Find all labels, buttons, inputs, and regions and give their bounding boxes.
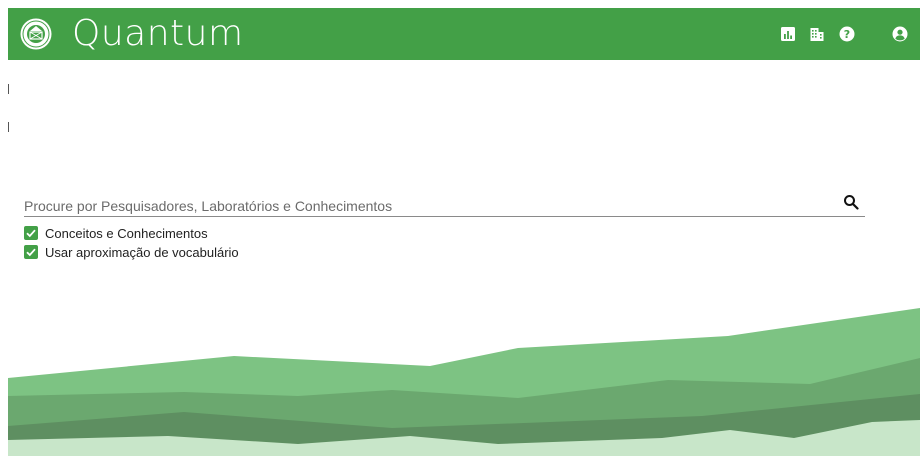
statistics-button[interactable] bbox=[778, 24, 798, 44]
checkmark-icon bbox=[26, 229, 36, 238]
vocabulary-checkbox[interactable] bbox=[24, 245, 38, 259]
concepts-label: Conceitos e Conhecimentos bbox=[45, 225, 208, 241]
app-header: Quantum ? bbox=[8, 8, 920, 60]
svg-text:?: ? bbox=[844, 28, 850, 41]
search-bar bbox=[24, 194, 865, 217]
bar-chart-icon bbox=[781, 27, 795, 41]
concepts-checkbox[interactable] bbox=[24, 226, 38, 240]
account-icon bbox=[892, 26, 908, 42]
laboratories-button[interactable] bbox=[807, 24, 827, 44]
option-concepts[interactable]: Conceitos e Conhecimentos bbox=[24, 224, 208, 242]
search-input[interactable] bbox=[24, 196, 824, 216]
account-button[interactable] bbox=[890, 24, 910, 44]
help-button[interactable]: ? bbox=[837, 24, 857, 44]
edge-marker bbox=[8, 84, 9, 94]
building-icon bbox=[810, 28, 824, 41]
app-title: Quantum bbox=[72, 13, 244, 54]
decorative-waves bbox=[8, 308, 920, 456]
search-button[interactable] bbox=[843, 194, 861, 212]
vocabulary-label: Usar aproximação de vocabulário bbox=[45, 244, 239, 260]
search-icon bbox=[844, 195, 859, 210]
university-seal-logo[interactable] bbox=[20, 18, 52, 50]
edge-marker bbox=[8, 122, 9, 132]
help-icon: ? bbox=[839, 26, 855, 42]
checkmark-icon bbox=[26, 248, 36, 257]
option-vocabulary[interactable]: Usar aproximação de vocabulário bbox=[24, 243, 239, 261]
